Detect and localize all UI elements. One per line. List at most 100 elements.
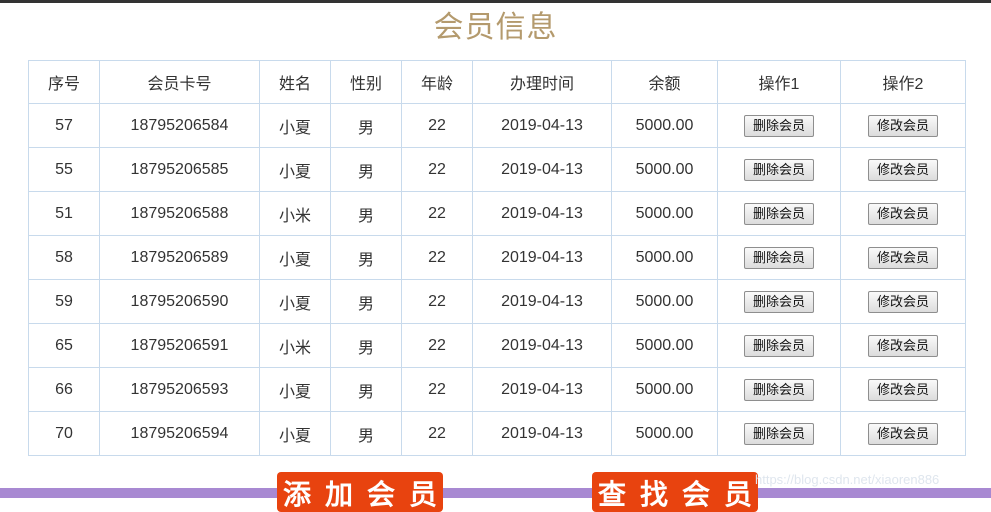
table-row: 66 18795206593 小夏男 22 2019-04-13 5000.00 删除会员 修…	[28, 367, 966, 412]
header-balance: 余额	[611, 60, 718, 104]
cell-name: 小米	[259, 191, 331, 236]
table-row: 58 18795206589 小夏男 22 2019-04-13 5000.00 删除会员 修…	[28, 235, 966, 280]
header-age: 年龄	[401, 60, 473, 104]
cell-date: 2019-04-13	[472, 191, 612, 236]
cell-gender: 男	[330, 191, 402, 236]
delete-member-button[interactable]: 删除会员	[743, 158, 814, 181]
cell-age: 22	[401, 147, 473, 192]
cell-balance: 5000.00	[611, 279, 718, 324]
cell-date: 2019-04-13	[472, 235, 612, 280]
cell-gender: 男	[330, 411, 402, 456]
delete-member-button[interactable]: 删除会员	[743, 246, 814, 269]
cell-date: 2019-04-13	[472, 147, 612, 192]
cell-name: 小夏	[259, 147, 331, 192]
cell-card-number: 18795206593	[99, 367, 260, 412]
watermark: https://blog.csdn.net/xiaoren886	[755, 472, 940, 487]
table-header-row: 序号 会员卡号 姓名 性别 年龄 办理时间 余额 操作1 操作2	[28, 60, 966, 104]
cell-date: 2019-04-13	[472, 411, 612, 456]
cell-action-2: 修改会员	[840, 235, 966, 280]
cell-action-1: 删除会员	[717, 103, 841, 148]
cell-action-1: 删除会员	[717, 323, 841, 368]
cell-card-number: 18795206584	[99, 103, 260, 148]
cell-action-1: 删除会员	[717, 367, 841, 412]
cell-card-number: 18795206588	[99, 191, 260, 236]
search-member-button[interactable]: 查找会员	[592, 472, 758, 512]
delete-member-button[interactable]: 删除会员	[743, 290, 814, 313]
table-row: 51 18795206588 小米男 22 2019-04-13 5000.00 删除会员 修…	[28, 191, 966, 236]
cell-action-2: 修改会员	[840, 147, 966, 192]
delete-member-button[interactable]: 删除会员	[743, 114, 814, 137]
delete-member-button[interactable]: 删除会员	[743, 422, 814, 445]
cell-date: 2019-04-13	[472, 367, 612, 412]
add-member-label: 添加会员	[283, 479, 443, 510]
edit-member-button[interactable]: 修改会员	[867, 114, 938, 137]
edit-member-button[interactable]: 修改会员	[867, 158, 938, 181]
cell-gender: 男	[330, 103, 402, 148]
table-row: 70 18795206594 小夏男 22 2019-04-13 5000.00 删除会员 修…	[28, 411, 966, 456]
cell-name: 小夏	[259, 279, 331, 324]
cell-action-1: 删除会员	[717, 191, 841, 236]
cell-balance: 5000.00	[611, 147, 718, 192]
cell-id: 65	[28, 323, 100, 368]
cell-id: 51	[28, 191, 100, 236]
header-date: 办理时间	[472, 60, 612, 104]
cell-card-number: 18795206589	[99, 235, 260, 280]
cell-action-1: 删除会员	[717, 279, 841, 324]
cell-date: 2019-04-13	[472, 103, 612, 148]
cell-card-number: 18795206590	[99, 279, 260, 324]
table-row: 57 18795206584 小夏男 22 2019-04-13 5000.00 删除会员 修…	[28, 103, 966, 148]
cell-action-2: 修改会员	[840, 367, 966, 412]
header-gender: 性别	[330, 60, 402, 104]
cell-action-2: 修改会员	[840, 411, 966, 456]
add-member-button[interactable]: 添加会员	[277, 472, 443, 512]
cell-name: 小夏	[259, 235, 331, 280]
search-member-label: 查找会员	[598, 479, 758, 510]
page-title: 会员信息	[433, 11, 558, 44]
cell-age: 22	[401, 367, 473, 412]
table-row: 65 18795206591 小米男 22 2019-04-13 5000.00 删除会员 修…	[28, 323, 966, 368]
cell-gender: 男	[330, 367, 402, 412]
delete-member-button[interactable]: 删除会员	[743, 378, 814, 401]
cell-age: 22	[401, 279, 473, 324]
cell-id: 58	[28, 235, 100, 280]
cell-name: 小米	[259, 323, 331, 368]
cell-action-2: 修改会员	[840, 191, 966, 236]
cell-balance: 5000.00	[611, 323, 718, 368]
edit-member-button[interactable]: 修改会员	[867, 378, 938, 401]
cell-name: 小夏	[259, 411, 331, 456]
header-card-number: 会员卡号	[99, 60, 260, 104]
cell-id: 66	[28, 367, 100, 412]
table-row: 59 18795206590 小夏男 22 2019-04-13 5000.00 删除会员 修…	[28, 279, 966, 324]
cell-action-2: 修改会员	[840, 103, 966, 148]
header-action-1: 操作1	[717, 60, 841, 104]
edit-member-button[interactable]: 修改会员	[867, 202, 938, 225]
cell-balance: 5000.00	[611, 235, 718, 280]
cell-date: 2019-04-13	[472, 323, 612, 368]
cell-age: 22	[401, 235, 473, 280]
cell-card-number: 18795206585	[99, 147, 260, 192]
cell-balance: 5000.00	[611, 191, 718, 236]
bottom-bar	[0, 488, 991, 498]
edit-member-button[interactable]: 修改会员	[867, 246, 938, 269]
cell-age: 22	[401, 103, 473, 148]
cell-age: 22	[401, 411, 473, 456]
cell-card-number: 18795206594	[99, 411, 260, 456]
cell-action-1: 删除会员	[717, 235, 841, 280]
cell-action-2: 修改会员	[840, 323, 966, 368]
cell-id: 70	[28, 411, 100, 456]
member-table: 序号 会员卡号 姓名 性别 年龄 办理时间 余额 操作1 操作2 57 18795…	[28, 60, 966, 456]
header-id: 序号	[28, 60, 100, 104]
header-name: 姓名	[259, 60, 331, 104]
cell-gender: 男	[330, 147, 402, 192]
cell-action-1: 删除会员	[717, 411, 841, 456]
delete-member-button[interactable]: 删除会员	[743, 334, 814, 357]
cell-action-1: 删除会员	[717, 147, 841, 192]
cell-action-2: 修改会员	[840, 279, 966, 324]
cell-id: 59	[28, 279, 100, 324]
cell-gender: 男	[330, 235, 402, 280]
table-row: 55 18795206585 小夏男 22 2019-04-13 5000.00 删除会员 修…	[28, 147, 966, 192]
edit-member-button[interactable]: 修改会员	[867, 334, 938, 357]
edit-member-button[interactable]: 修改会员	[867, 290, 938, 313]
delete-member-button[interactable]: 删除会员	[743, 202, 814, 225]
edit-member-button[interactable]: 修改会员	[867, 422, 938, 445]
